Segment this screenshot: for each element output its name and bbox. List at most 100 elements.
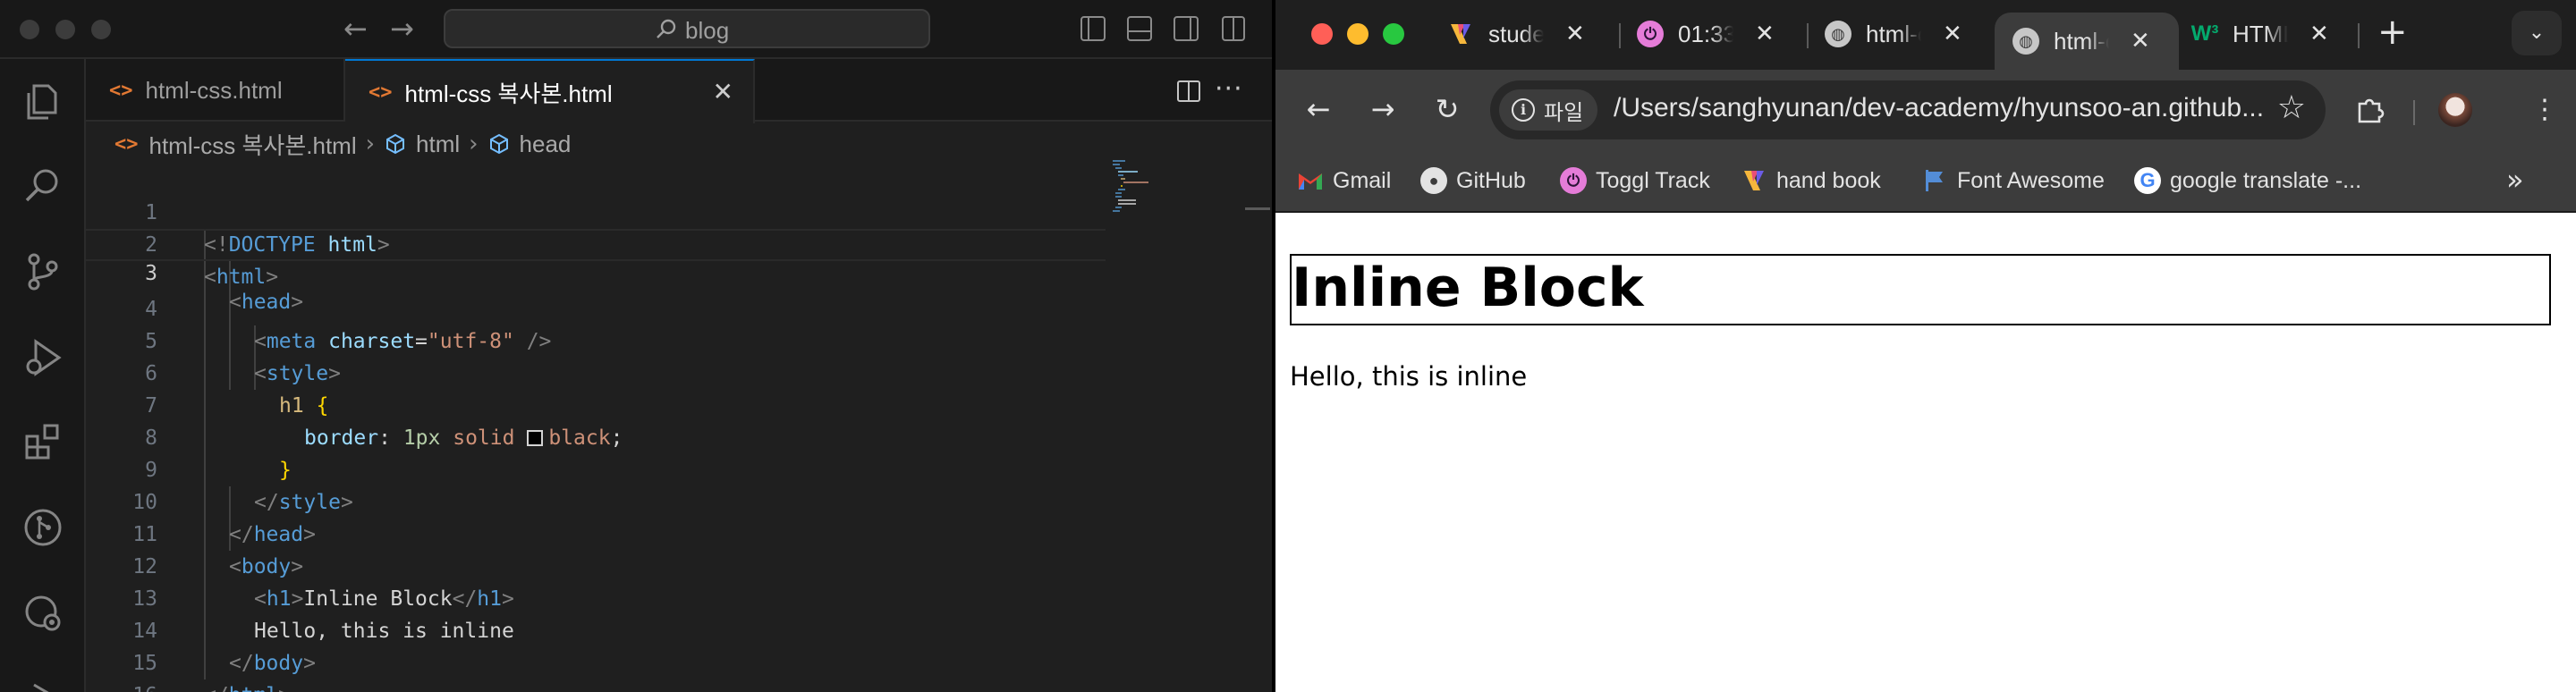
chrome-tab-strip: stude ✕ ⏻ 01:33 ✕ ◍ html-c ✕ ◍ html-c ✕ … bbox=[1275, 0, 2576, 70]
chrome-menu-icon[interactable]: ⋮ bbox=[2531, 93, 2558, 127]
bookmark-star-icon[interactable]: ☆ bbox=[2277, 89, 2306, 126]
code-line: 7 border: 1px solid black; bbox=[86, 358, 1106, 450]
breadcrumb: <> html-css 복사본.html › html › head bbox=[86, 123, 1272, 165]
html-file-icon: <> bbox=[369, 80, 393, 104]
code-line: 16 bbox=[86, 647, 1106, 692]
profile-avatar[interactable] bbox=[2438, 93, 2472, 127]
code-line: 10 </head> bbox=[86, 454, 1106, 546]
globe-icon: ◍ bbox=[1825, 21, 1852, 47]
chrome-window: stude ✕ ⏻ 01:33 ✕ ◍ html-c ✕ ◍ html-c ✕ … bbox=[1275, 0, 2576, 692]
more-actions-icon[interactable]: ··· bbox=[1215, 73, 1243, 105]
window-zoom-button[interactable] bbox=[91, 20, 111, 39]
chevron-right-icon: › bbox=[469, 131, 479, 157]
bookmark-gmail[interactable]: Gmail bbox=[1297, 165, 1391, 197]
tab-separator bbox=[1619, 23, 1621, 48]
close-icon[interactable]: ✕ bbox=[713, 77, 733, 106]
more-bookmarks-icon[interactable]: » bbox=[2506, 163, 2524, 197]
github-icon: ● bbox=[1420, 167, 1447, 194]
extensions-puzzle-icon[interactable] bbox=[2354, 93, 2386, 125]
code-line-current: 3 <head> bbox=[86, 229, 1106, 314]
toggl-icon: ⏻ bbox=[1637, 21, 1664, 47]
code-line: 5 <style> bbox=[86, 293, 1106, 385]
command-center[interactable]: blog bbox=[444, 9, 930, 48]
page-text: Hello, this is inline bbox=[1290, 361, 1528, 392]
git-graph-icon[interactable] bbox=[21, 506, 64, 549]
minimap[interactable] bbox=[1113, 159, 1166, 213]
toggle-secondary-sidebar-icon[interactable] bbox=[1174, 16, 1199, 41]
window-close-button[interactable] bbox=[20, 20, 39, 39]
html-file-icon: <> bbox=[109, 79, 133, 102]
tab-html-css[interactable]: <> html-css.html bbox=[86, 59, 345, 122]
scrollbar-marker[interactable] bbox=[1245, 207, 1270, 210]
bookmark-toggl[interactable]: ⏻ Toggl Track bbox=[1560, 165, 1710, 197]
explorer-icon[interactable] bbox=[21, 80, 64, 123]
tab-search-dropdown[interactable]: ⌄ bbox=[2512, 11, 2562, 55]
breadcrumb-item-html[interactable]: html bbox=[416, 131, 460, 158]
window-close-button[interactable] bbox=[1311, 23, 1333, 45]
remote-explorer-icon[interactable] bbox=[21, 592, 64, 635]
activity-bar bbox=[0, 59, 86, 692]
browser-tab[interactable]: W³ HTML ✕ bbox=[2191, 9, 2329, 59]
bookmark-github[interactable]: ● GitHub bbox=[1420, 165, 1526, 197]
toggle-panel-icon[interactable] bbox=[1127, 16, 1152, 41]
tab-html-css-copy[interactable]: <> html-css 복사본.html ✕ bbox=[345, 59, 755, 123]
close-tab-icon[interactable]: ✕ bbox=[1943, 21, 1962, 47]
search-icon[interactable] bbox=[21, 165, 64, 207]
search-icon bbox=[657, 19, 676, 38]
breadcrumb-item-head[interactable]: head bbox=[520, 131, 572, 158]
code-line: 14 </body> bbox=[86, 583, 1106, 675]
forward-arrow-icon[interactable]: → bbox=[390, 11, 414, 46]
split-editor-icon[interactable] bbox=[1177, 80, 1200, 102]
site-info-chip[interactable]: i 파일 bbox=[1499, 89, 1597, 131]
close-tab-icon[interactable]: ✕ bbox=[2131, 28, 2150, 55]
browser-tab[interactable]: ⏻ 01:33 ✕ bbox=[1637, 9, 1775, 59]
close-tab-icon[interactable]: ✕ bbox=[2309, 21, 2329, 47]
browser-tab[interactable]: ◍ html-c ✕ bbox=[1825, 9, 1962, 59]
code-line: 12 <h1>Inline Block</h1> bbox=[86, 519, 1106, 611]
tab-separator bbox=[1807, 23, 1809, 48]
bookmark-hand-book[interactable]: hand book bbox=[1741, 165, 1881, 197]
run-and-debug-icon[interactable] bbox=[21, 336, 64, 379]
window-minimize-button[interactable] bbox=[1347, 23, 1368, 45]
browser-tab[interactable]: stude ✕ bbox=[1447, 9, 1585, 59]
vscode-titlebar: ← → blog bbox=[0, 0, 1272, 59]
google-icon: G bbox=[2134, 167, 2161, 194]
command-center-text: blog bbox=[685, 17, 730, 44]
code-line: 8 } bbox=[86, 390, 1106, 482]
info-icon: i bbox=[1512, 98, 1535, 122]
forward-button[interactable]: → bbox=[1363, 89, 1402, 129]
extensions-icon[interactable] bbox=[21, 420, 64, 463]
toggle-primary-sidebar-icon[interactable] bbox=[1080, 16, 1106, 41]
close-tab-icon[interactable]: ✕ bbox=[1755, 21, 1775, 47]
window-zoom-button[interactable] bbox=[1383, 23, 1404, 45]
more-activity-icon[interactable] bbox=[21, 676, 64, 692]
reload-button[interactable]: ↻ bbox=[1428, 89, 1467, 129]
back-button[interactable]: ← bbox=[1299, 89, 1338, 129]
symbol-element-icon bbox=[386, 133, 405, 155]
chevron-right-icon: › bbox=[365, 131, 376, 157]
url-text[interactable]: /Users/sanghyunan/dev-academy/hyunsoo-an… bbox=[1614, 93, 2264, 123]
vscode-window: ← → blog <> html-css.html <> html-css 복사… bbox=[0, 0, 1272, 692]
source-control-icon[interactable] bbox=[21, 250, 64, 293]
html-file-icon: <> bbox=[114, 132, 139, 156]
bookmark-font-awesome[interactable]: Font Awesome bbox=[1921, 165, 2105, 197]
bookmark-google-translate[interactable]: G google translate -... bbox=[2134, 165, 2361, 197]
code-line: 2 <html> bbox=[86, 197, 1106, 289]
code-line: 9 </style> bbox=[86, 422, 1106, 514]
editor-tab-bar: <> html-css.html <> html-css 복사본.html ✕ bbox=[86, 59, 1272, 123]
close-tab-icon[interactable]: ✕ bbox=[1565, 21, 1585, 47]
customize-layout-icon[interactable] bbox=[1222, 16, 1245, 41]
browser-tab-active[interactable]: ◍ html-c ✕ bbox=[1995, 13, 2179, 70]
code-editor[interactable]: 1 <!DOCTYPE html> 2 <html> 3 <head> 4 <m… bbox=[86, 165, 1272, 692]
w3schools-icon: W³ bbox=[2190, 21, 2219, 46]
code-line: 4 <meta charset="utf-8" /> bbox=[86, 261, 1106, 353]
code-line: 1 <!DOCTYPE html> bbox=[86, 165, 1106, 257]
web-page-content: Inline Block Hello, this is inline bbox=[1275, 213, 2576, 692]
tab-label: html-css 복사본.html bbox=[404, 80, 613, 107]
back-arrow-icon[interactable]: ← bbox=[343, 11, 368, 46]
window-minimize-button[interactable] bbox=[55, 20, 75, 39]
new-tab-button[interactable]: + bbox=[2377, 13, 2408, 52]
breadcrumb-file[interactable]: html-css 복사본.html bbox=[149, 128, 357, 161]
address-bar[interactable]: i 파일 /Users/sanghyunan/dev-academy/hyuns… bbox=[1490, 80, 2326, 139]
code-line: 15 </html> bbox=[86, 615, 1106, 692]
